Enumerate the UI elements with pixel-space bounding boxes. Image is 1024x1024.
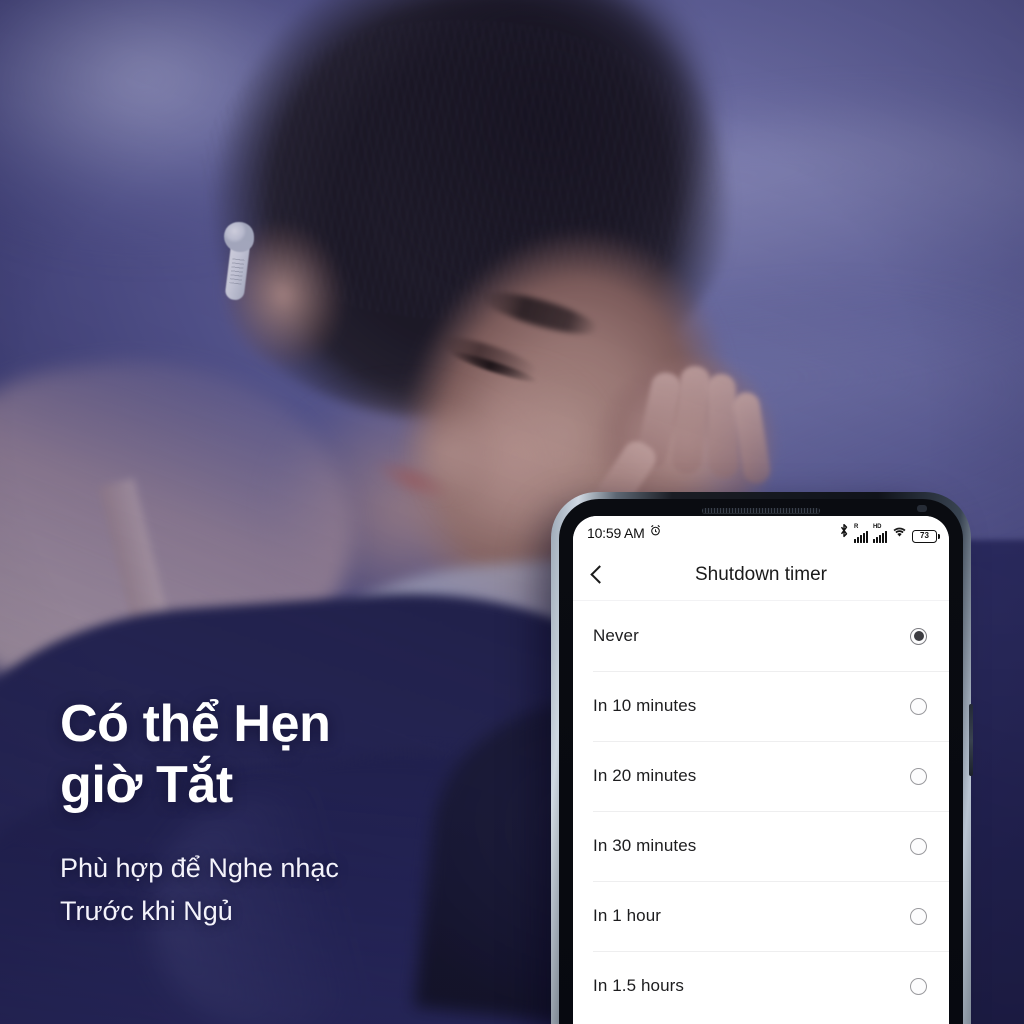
wifi-icon — [892, 525, 907, 543]
status-bar-left: 10:59 AM — [587, 524, 662, 542]
phone-mockup: 10:59 AM R HD 73 Shutdown timer Never In… — [551, 492, 973, 1024]
hd-voice-badge: HD — [873, 523, 882, 530]
radio-button[interactable] — [910, 767, 927, 785]
timer-option-label: In 1 hour — [593, 906, 662, 925]
signal-sim1-icon: R — [854, 524, 868, 543]
app-bar: Shutdown timer — [573, 549, 949, 601]
radio-button[interactable] — [910, 837, 927, 855]
timer-option-row[interactable]: Never — [573, 601, 949, 671]
status-bar: 10:59 AM R HD 73 — [573, 516, 949, 549]
radio-button[interactable] — [910, 697, 927, 715]
headline-line-2: giờ Tắt — [60, 756, 233, 815]
timer-option-row[interactable]: In 10 minutes — [573, 671, 949, 741]
signal-bars — [873, 530, 887, 543]
radio-button-selected[interactable] — [910, 627, 927, 645]
subcopy: Phù hợp để Nghe nhạc Trước khi Ngủ — [60, 847, 530, 934]
battery-icon: 73 — [912, 529, 940, 543]
timer-option-label: In 30 minutes — [593, 836, 697, 855]
phone-screen: 10:59 AM R HD 73 Shutdown timer Never In… — [573, 516, 949, 1024]
roaming-badge: R — [854, 523, 859, 530]
timer-option-row[interactable]: In 1 hour — [573, 881, 949, 951]
signal-bars — [854, 530, 868, 543]
subcopy-line-1: Phù hợp để Nghe nhạc — [60, 852, 339, 883]
timer-option-row[interactable]: In 1.5 hours — [573, 951, 949, 1021]
battery-percent: 73 — [920, 531, 929, 540]
timer-option-label: In 20 minutes — [593, 766, 697, 785]
power-button[interactable] — [969, 704, 973, 776]
back-button[interactable] — [575, 551, 623, 599]
headline: Có thể Hẹn giờ Tắt — [60, 694, 530, 817]
timer-option-label: Never — [593, 626, 639, 645]
status-bar-clock: 10:59 AM — [587, 524, 645, 541]
alarm-clock-icon — [649, 524, 662, 542]
shutdown-timer-option-list: Never In 10 minutes In 20 minutes In 30 min… — [573, 601, 949, 1021]
radio-button[interactable] — [910, 907, 927, 925]
timer-option-row[interactable]: In 30 minutes — [573, 811, 949, 881]
bluetooth-icon — [839, 523, 849, 543]
timer-option-row[interactable]: In 20 minutes — [573, 741, 949, 811]
headline-line-1: Có thể Hẹn — [60, 695, 331, 753]
signal-sim2-icon: HD — [873, 524, 887, 543]
marketing-copy: Có thể Hẹn giờ Tắt Phù hợp để Nghe nhạc … — [60, 694, 530, 934]
radio-button[interactable] — [910, 977, 927, 995]
timer-option-label: In 10 minutes — [593, 696, 697, 715]
chevron-left-icon — [589, 565, 609, 584]
status-bar-right: R HD 73 — [839, 523, 940, 543]
earpiece-speaker-icon — [702, 508, 820, 513]
timer-option-label: In 1.5 hours — [593, 976, 684, 995]
page-title: Shutdown timer — [694, 563, 827, 585]
front-camera-icon — [917, 505, 927, 512]
subcopy-line-2: Trước khi Ngủ — [60, 896, 233, 927]
